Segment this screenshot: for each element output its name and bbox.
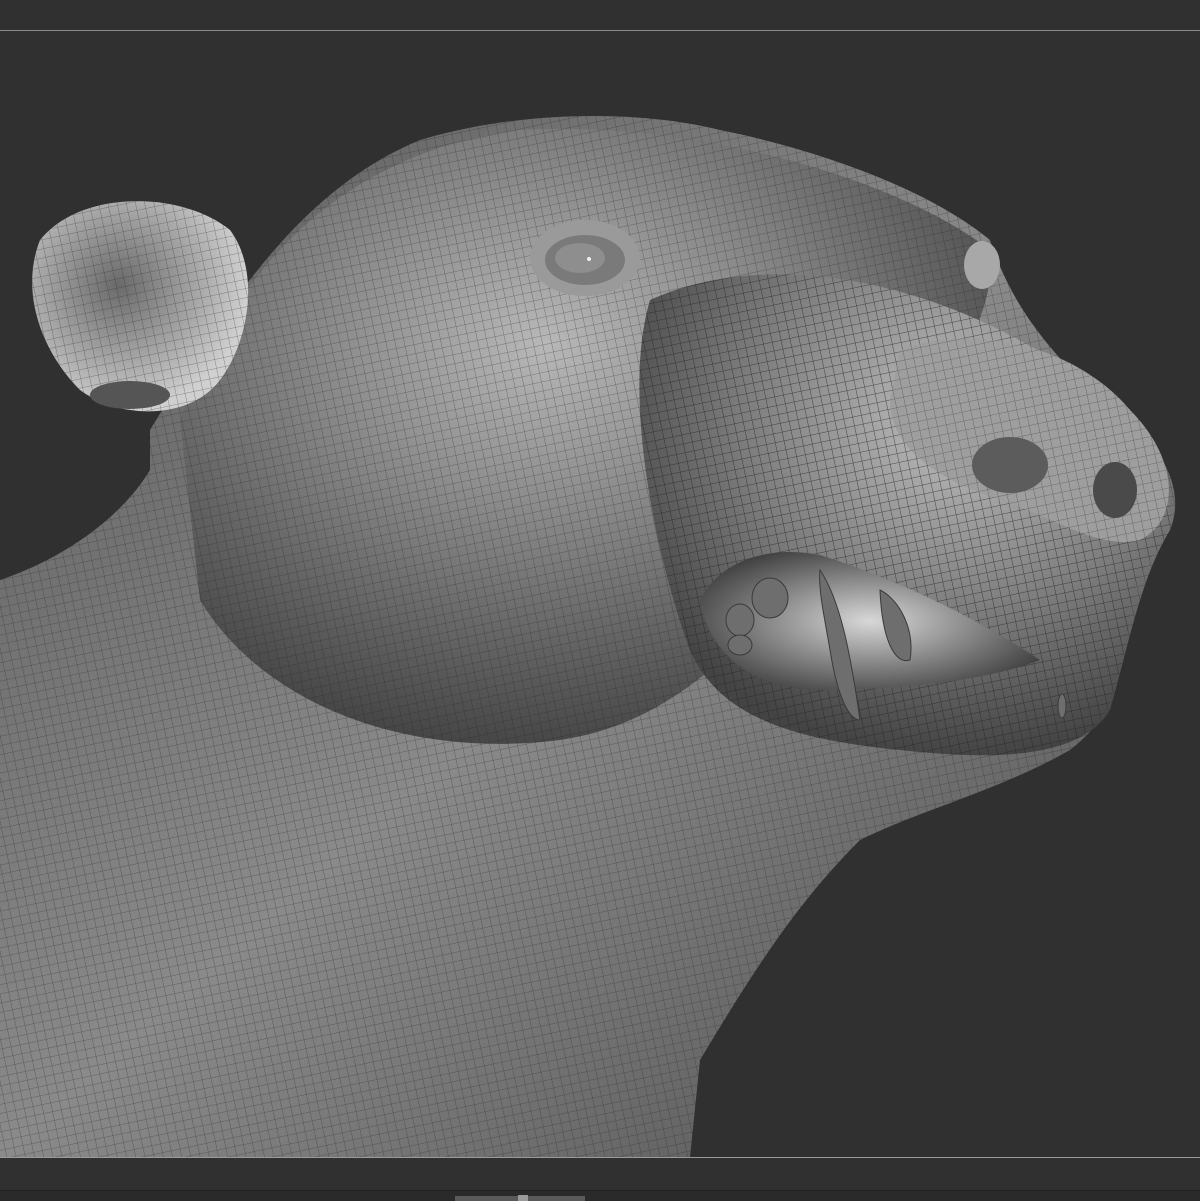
eye — [530, 220, 640, 296]
creature-body — [0, 116, 1176, 1157]
viewport-top-guide — [0, 30, 1200, 31]
viewport-bottom-guide — [0, 1157, 1200, 1158]
ear — [32, 201, 249, 412]
far-eye — [964, 241, 1000, 289]
3d-viewport[interactable] — [0, 0, 1200, 1190]
sculpt-model[interactable] — [0, 0, 1200, 1190]
scrollbar-knob-icon[interactable] — [518, 1195, 528, 1201]
bottom-scroll-bar[interactable] — [0, 1190, 1200, 1201]
